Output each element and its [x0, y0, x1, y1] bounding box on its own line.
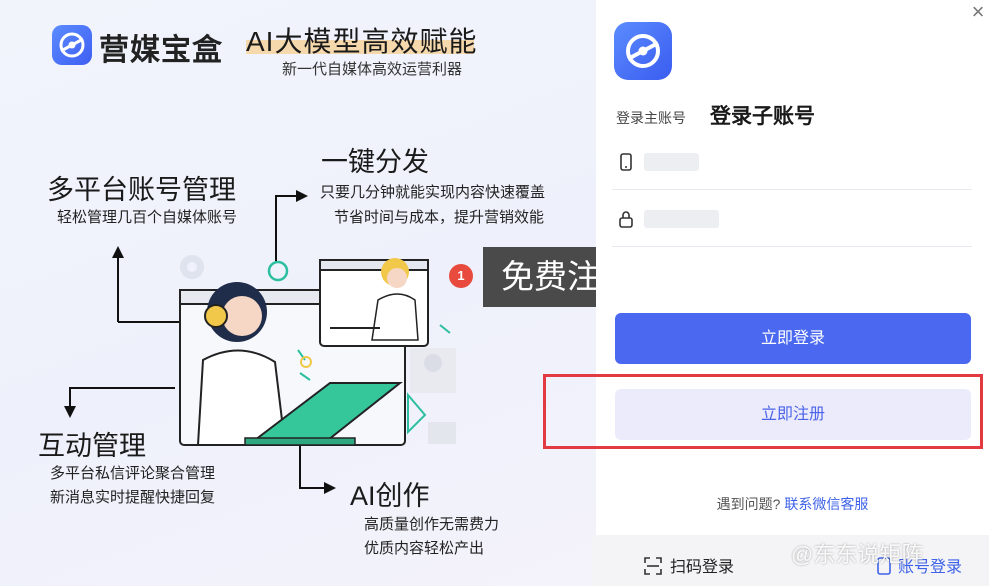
- account-value-redacted: [644, 153, 699, 171]
- feature-ai-create-desc-2: 优质内容轻松产出: [364, 540, 485, 557]
- app-logo-icon: [614, 22, 672, 80]
- scan-icon: [644, 557, 662, 575]
- help-text: 遇到问题?: [716, 496, 781, 512]
- feature-multi-account-desc: 轻松管理几百个自媒体账号: [57, 209, 238, 226]
- feature-interaction-desc-2: 新消息实时提醒快捷回复: [50, 489, 216, 506]
- feature-ai-create-title: AI创作: [350, 481, 430, 511]
- close-button[interactable]: ×: [966, 0, 989, 24]
- account-field[interactable]: [612, 135, 972, 190]
- feature-multi-account-title: 多平台账号管理: [47, 175, 236, 205]
- password-value-redacted: [644, 210, 719, 228]
- feature-ai-create-desc-1: 高质量创作无需费力: [364, 516, 500, 533]
- feature-one-click-desc-1: 只要几分钟就能实现内容快速覆盖: [320, 184, 546, 201]
- watermark: @东东说矩阵: [791, 542, 924, 567]
- login-panel: × 登录主账号 登录子账号 立即登录 立即注册 遇到问题? 联系微信客服 扫码登…: [543, 0, 989, 586]
- contact-service-link[interactable]: 联系微信客服: [784, 496, 868, 512]
- register-button[interactable]: 立即注册: [615, 389, 971, 440]
- feature-one-click-desc-2: 节省时间与成本，提升营销效能: [334, 209, 545, 226]
- lock-icon: [619, 211, 633, 228]
- password-field[interactable]: [612, 192, 972, 247]
- feature-interaction-title: 互动管理: [38, 431, 146, 461]
- phone-icon: [620, 153, 632, 171]
- help-row: 遇到问题? 联系微信客服: [596, 494, 989, 514]
- feature-one-click-title: 一键分发: [321, 147, 429, 177]
- feature-interaction-desc-1: 多平台私信评论聚合管理: [50, 465, 216, 482]
- qr-login-label: 扫码登录: [670, 559, 735, 576]
- step-badge: 1: [449, 264, 473, 288]
- qr-login-button[interactable]: 扫码登录: [644, 553, 734, 577]
- login-button[interactable]: 立即登录: [615, 313, 971, 364]
- tab-sub-account[interactable]: 登录子账号: [710, 100, 815, 130]
- tab-main-account[interactable]: 登录主账号: [616, 108, 686, 128]
